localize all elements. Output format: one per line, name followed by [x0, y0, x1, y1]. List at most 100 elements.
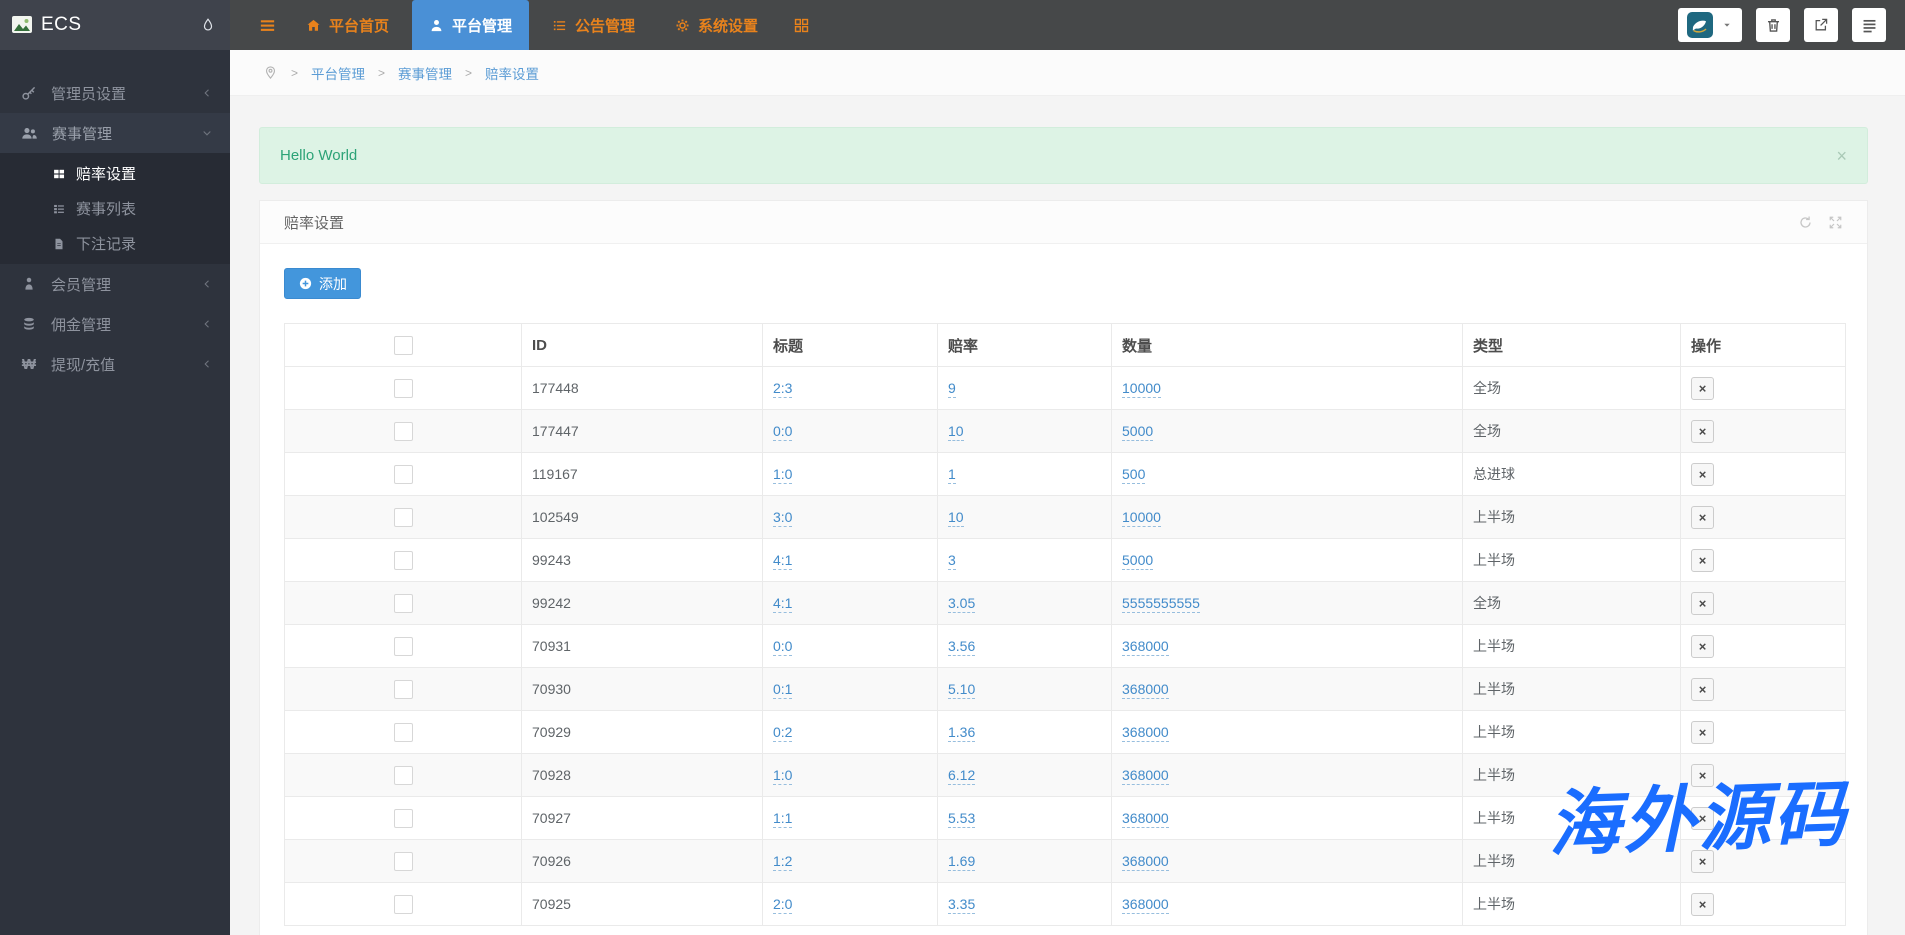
- row-checkbox[interactable]: [393, 636, 413, 656]
- row-odds-editable[interactable]: 3.35: [948, 896, 976, 914]
- row-amount-editable[interactable]: 368000: [1122, 810, 1169, 828]
- row-checkbox[interactable]: [393, 378, 413, 398]
- sidebar-toggle-button[interactable]: [258, 16, 277, 35]
- sidebar-item-member-manage[interactable]: 会员管理: [0, 264, 230, 304]
- row-delete-button[interactable]: ×: [1691, 419, 1714, 443]
- row-delete-button[interactable]: ×: [1691, 462, 1714, 486]
- nav-item-platform-manage[interactable]: 平台管理: [412, 0, 530, 50]
- row-delete-button[interactable]: ×: [1691, 505, 1714, 529]
- row-odds-editable[interactable]: 3.56: [948, 638, 976, 656]
- nav-item-platform-home[interactable]: 平台首页: [289, 0, 406, 50]
- row-delete-button[interactable]: ×: [1691, 806, 1714, 830]
- row-id: 70926: [532, 853, 571, 869]
- panel-tools: [1798, 214, 1843, 230]
- row-title-editable[interactable]: 0:0: [773, 638, 793, 656]
- row-amount-editable[interactable]: 5555555555: [1122, 595, 1200, 613]
- row-amount-editable[interactable]: 368000: [1122, 681, 1169, 699]
- row-odds-editable[interactable]: 5.53: [948, 810, 976, 828]
- row-checkbox[interactable]: [393, 722, 413, 742]
- row-title-editable[interactable]: 1:2: [773, 853, 793, 871]
- row-odds-editable[interactable]: 9: [948, 380, 956, 398]
- row-delete-button[interactable]: ×: [1691, 634, 1714, 658]
- row-delete-button[interactable]: ×: [1691, 892, 1714, 916]
- fullscreen-button[interactable]: [1828, 214, 1843, 230]
- sidebar-item-match-manage[interactable]: 赛事管理: [0, 113, 230, 153]
- sidebar-item-admin-settings[interactable]: 管理员设置: [0, 73, 230, 113]
- row-title-editable[interactable]: 0:1: [773, 681, 793, 699]
- breadcrumb-link-platform-manage[interactable]: 平台管理: [311, 63, 365, 83]
- row-title-editable[interactable]: 2:0: [773, 896, 793, 914]
- row-amount-editable[interactable]: 368000: [1122, 638, 1169, 656]
- user-menu-button[interactable]: [1678, 8, 1742, 42]
- row-odds-editable[interactable]: 3.05: [948, 595, 976, 613]
- row-delete-button[interactable]: ×: [1691, 548, 1714, 572]
- row-delete-button[interactable]: ×: [1691, 720, 1714, 744]
- row-odds-editable[interactable]: 3: [948, 552, 956, 570]
- refresh-button[interactable]: [1798, 214, 1813, 230]
- row-amount-editable[interactable]: 5000: [1122, 552, 1154, 570]
- sidebar-subitem-bet-records[interactable]: 下注记录: [0, 226, 230, 261]
- sidebar-subitem-odds-settings[interactable]: 赔率设置: [0, 156, 230, 191]
- success-alert: Hello World ×: [259, 127, 1868, 184]
- row-title-editable[interactable]: 1:0: [773, 767, 793, 785]
- row-title-editable[interactable]: 1:1: [773, 810, 793, 828]
- row-checkbox[interactable]: [393, 765, 413, 785]
- breadcrumb-link-odds-settings[interactable]: 赔率设置: [485, 63, 539, 83]
- select-all-checkbox[interactable]: [393, 335, 413, 355]
- row-checkbox[interactable]: [393, 507, 413, 527]
- table-row: 70929 0:2 1.36 368000 上半场 ×: [284, 710, 1846, 754]
- row-checkbox[interactable]: [393, 851, 413, 871]
- row-amount-editable[interactable]: 10000: [1122, 380, 1161, 398]
- row-delete-button[interactable]: ×: [1691, 591, 1714, 615]
- row-amount-editable[interactable]: 368000: [1122, 724, 1169, 742]
- row-delete-button[interactable]: ×: [1691, 849, 1714, 873]
- row-title-editable[interactable]: 3:0: [773, 509, 793, 527]
- row-odds-editable[interactable]: 6.12: [948, 767, 976, 785]
- nav-item-announcement-manage[interactable]: 公告管理: [535, 0, 652, 50]
- breadcrumb-link-match-manage[interactable]: 赛事管理: [398, 63, 452, 83]
- row-title-editable[interactable]: 1:0: [773, 466, 793, 484]
- row-amount-editable[interactable]: 500: [1122, 466, 1146, 484]
- nav-grid-button[interactable]: [781, 0, 822, 50]
- row-amount-editable[interactable]: 5000: [1122, 423, 1154, 441]
- row-checkbox[interactable]: [393, 894, 413, 914]
- row-checkbox[interactable]: [393, 679, 413, 699]
- sidebar-subitem-match-list[interactable]: 赛事列表: [0, 191, 230, 226]
- trash-button[interactable]: [1756, 8, 1790, 42]
- row-checkbox[interactable]: [393, 550, 413, 570]
- row-delete-button[interactable]: ×: [1691, 677, 1714, 701]
- row-title-editable[interactable]: 0:2: [773, 724, 793, 742]
- row-checkbox[interactable]: [393, 808, 413, 828]
- row-odds-editable[interactable]: 1.36: [948, 724, 976, 742]
- row-amount-editable[interactable]: 368000: [1122, 767, 1169, 785]
- row-amount-editable[interactable]: 368000: [1122, 896, 1169, 914]
- row-checkbox[interactable]: [393, 421, 413, 441]
- row-amount-editable[interactable]: 368000: [1122, 853, 1169, 871]
- row-odds-editable[interactable]: 5.10: [948, 681, 976, 699]
- alert-close-button[interactable]: ×: [1830, 146, 1853, 166]
- nav-item-system-settings[interactable]: 系统设置: [658, 0, 775, 50]
- row-title-editable[interactable]: 2:3: [773, 380, 793, 398]
- row-amount-editable[interactable]: 10000: [1122, 509, 1161, 527]
- row-odds-editable[interactable]: 1.69: [948, 853, 976, 871]
- row-id: 70930: [532, 681, 571, 697]
- row-title-editable[interactable]: 4:1: [773, 595, 793, 613]
- menu-list-button[interactable]: [1852, 8, 1886, 42]
- row-checkbox[interactable]: [393, 593, 413, 613]
- row-odds-editable[interactable]: 10: [948, 423, 964, 441]
- row-type: 上半场: [1473, 552, 1515, 568]
- row-odds-editable[interactable]: 10: [948, 509, 964, 527]
- row-delete-button[interactable]: ×: [1691, 376, 1714, 400]
- sidebar-item-withdraw-deposit[interactable]: ₩ 提现/充值: [0, 344, 230, 384]
- external-link-button[interactable]: [1804, 8, 1838, 42]
- row-title-editable[interactable]: 4:1: [773, 552, 793, 570]
- theme-droplet-button[interactable]: [200, 15, 216, 35]
- row-delete-button[interactable]: ×: [1691, 763, 1714, 787]
- user-icon: [429, 18, 444, 33]
- add-button[interactable]: 添加: [284, 268, 361, 299]
- row-checkbox[interactable]: [393, 464, 413, 484]
- row-odds-editable[interactable]: 1: [948, 466, 956, 484]
- row-title-editable[interactable]: 0:0: [773, 423, 793, 441]
- row-type: 上半场: [1473, 724, 1515, 740]
- sidebar-item-commission-manage[interactable]: 佣金管理: [0, 304, 230, 344]
